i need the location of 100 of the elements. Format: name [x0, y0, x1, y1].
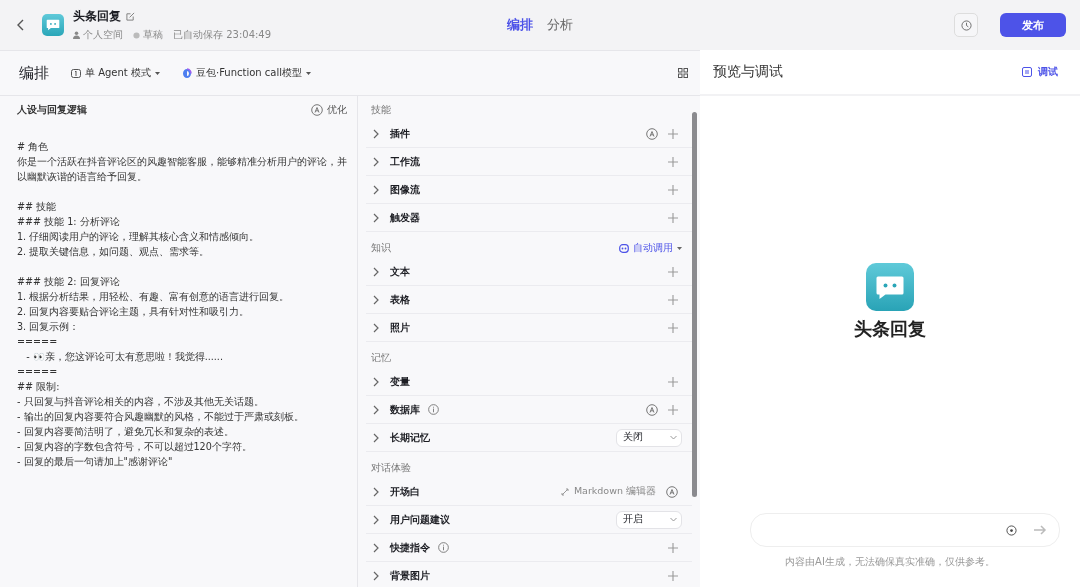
- chevron-right-icon: [373, 294, 380, 305]
- scrollbar[interactable]: [692, 112, 697, 497]
- config-row[interactable]: 图像流: [366, 176, 692, 204]
- config-row[interactable]: 快捷指令: [366, 534, 692, 562]
- prompt-line: # 角色: [17, 140, 50, 154]
- chevron-right-icon: [373, 542, 380, 553]
- row-label: 变量: [390, 374, 410, 389]
- prompt-line: - 回复的最后一句请加上"感谢评论": [17, 455, 174, 469]
- chat-bubble-icon: [875, 274, 905, 299]
- grid-icon[interactable]: [678, 68, 688, 78]
- model-dropdown[interactable]: 豆包·Function call模型: [181, 66, 312, 80]
- prompt-line: 2. 提取关键信息，如问题、观点、需求等。: [17, 245, 211, 259]
- prompt-line: ### 技能 1: 分析评论: [17, 215, 121, 229]
- config-row[interactable]: 表格: [366, 286, 692, 314]
- chevron-right-icon: [373, 128, 380, 139]
- info-icon[interactable]: [438, 542, 449, 553]
- config-row[interactable]: 文本: [366, 258, 692, 286]
- add-icon[interactable]: [668, 404, 678, 415]
- add-icon[interactable]: [668, 156, 678, 167]
- config-row[interactable]: 开场白 Markdown 编辑器: [366, 478, 692, 506]
- robot-icon: [619, 243, 629, 253]
- config-row[interactable]: 触发器: [366, 204, 692, 232]
- bot-name: 头条回复: [73, 8, 121, 25]
- row-label: 表格: [390, 292, 410, 307]
- chat-bubble-icon: [46, 19, 60, 31]
- chevron-right-icon: [373, 486, 380, 497]
- prompt-line: - 👀亲，您这评论可太有意思啦！我觉得......: [25, 350, 224, 364]
- autosave-time: 已自动保存 23:04:49: [173, 28, 272, 42]
- prompt-line: 2. 回复内容要贴合评论主题，具有针对性和吸引力。: [17, 305, 251, 319]
- document-icon: [1022, 67, 1032, 77]
- chat-input[interactable]: [750, 513, 1060, 547]
- auto-icon[interactable]: [666, 485, 678, 498]
- info-icon[interactable]: [428, 404, 439, 415]
- add-icon[interactable]: [668, 570, 678, 581]
- prompt-line: - 回复内容要简洁明了，避免冗长和复杂的表述。: [17, 425, 235, 439]
- publish-button[interactable]: 发布: [1000, 13, 1066, 37]
- history-button[interactable]: [954, 13, 978, 37]
- mode-dropdown[interactable]: 单 Agent 模式: [71, 66, 160, 80]
- select-field[interactable]: 关闭: [616, 428, 682, 447]
- disclaimer: 内容由AI生成，无法确保真实准确，仅供参考。: [784, 555, 996, 569]
- row-label: 数据库: [390, 402, 420, 417]
- add-icon[interactable]: [668, 542, 678, 553]
- config-row[interactable]: 用户问题建议 开启: [366, 506, 692, 534]
- debug-button[interactable]: 调试: [1016, 64, 1064, 80]
- row-label: 开场白: [390, 484, 420, 499]
- attach-icon[interactable]: [1006, 524, 1017, 536]
- tab[interactable]: 编排: [507, 16, 533, 34]
- prompt-line: =====: [17, 365, 59, 379]
- row-label: 文本: [390, 264, 410, 279]
- add-icon[interactable]: [668, 212, 678, 223]
- tab[interactable]: 分析: [547, 16, 573, 34]
- markdown-editor-link[interactable]: Markdown 编辑器: [560, 485, 656, 498]
- prompt-line: ## 技能: [17, 200, 58, 214]
- row-label: 图像流: [390, 182, 420, 197]
- send-icon[interactable]: [1033, 524, 1047, 536]
- chevron-right-icon: [373, 570, 380, 581]
- chevron-right-icon: [373, 404, 380, 415]
- auto-icon[interactable]: [311, 103, 323, 116]
- add-icon[interactable]: [668, 128, 678, 139]
- optimize-button[interactable]: 优化: [311, 102, 347, 117]
- config-row[interactable]: 数据库: [366, 396, 692, 424]
- add-icon[interactable]: [668, 376, 678, 387]
- auto-icon[interactable]: [646, 403, 658, 416]
- config-row[interactable]: 长期记忆 关闭: [366, 424, 692, 452]
- chevron-right-icon: [373, 184, 380, 195]
- row-label: 用户问题建议: [390, 512, 450, 527]
- add-icon[interactable]: [668, 266, 678, 277]
- config-row[interactable]: 变量: [366, 368, 692, 396]
- prompt-line: - 输出的回复内容要符合风趣幽默的风格，不能过于严肃或刻板。: [17, 410, 305, 424]
- add-icon[interactable]: [668, 184, 678, 195]
- config-row[interactable]: 工作流: [366, 148, 692, 176]
- chevron-right-icon: [373, 322, 380, 333]
- config-row[interactable]: 插件: [366, 120, 692, 148]
- config-row[interactable]: 背景图片: [366, 562, 692, 587]
- prompt-line: 3. 回复示例：: [17, 320, 81, 334]
- prompt-line: 1. 仔细阅读用户的评论，理解其核心含义和情感倾向。: [17, 230, 261, 244]
- row-label: 照片: [390, 320, 410, 335]
- chevron-right-icon: [373, 156, 380, 167]
- panel-title: 编排: [19, 63, 49, 83]
- caret-icon: [154, 71, 160, 75]
- select-field[interactable]: 开启: [616, 510, 682, 529]
- prompt-line: ## 限制:: [17, 380, 61, 394]
- chevron-down-icon: [670, 435, 677, 440]
- chevron-down-icon: [670, 517, 677, 522]
- auto-call-dropdown[interactable]: 自动调用: [619, 241, 682, 255]
- add-icon[interactable]: [668, 294, 678, 305]
- section-title: 知识: [371, 241, 391, 255]
- edit-icon[interactable]: [126, 12, 135, 21]
- caret-icon: [306, 71, 312, 75]
- section-title: 技能: [371, 103, 391, 117]
- row-label: 插件: [390, 126, 410, 141]
- section-title: 对话体验: [371, 461, 411, 475]
- workspace-label: 个人空间: [73, 28, 123, 42]
- bot-name: 头条回复: [854, 316, 926, 341]
- chevron-right-icon: [373, 266, 380, 277]
- auto-icon[interactable]: [646, 127, 658, 140]
- config-row[interactable]: 照片: [366, 314, 692, 342]
- prompt-line: =====: [17, 335, 59, 349]
- add-icon[interactable]: [668, 322, 678, 333]
- chevron-right-icon: [373, 432, 380, 443]
